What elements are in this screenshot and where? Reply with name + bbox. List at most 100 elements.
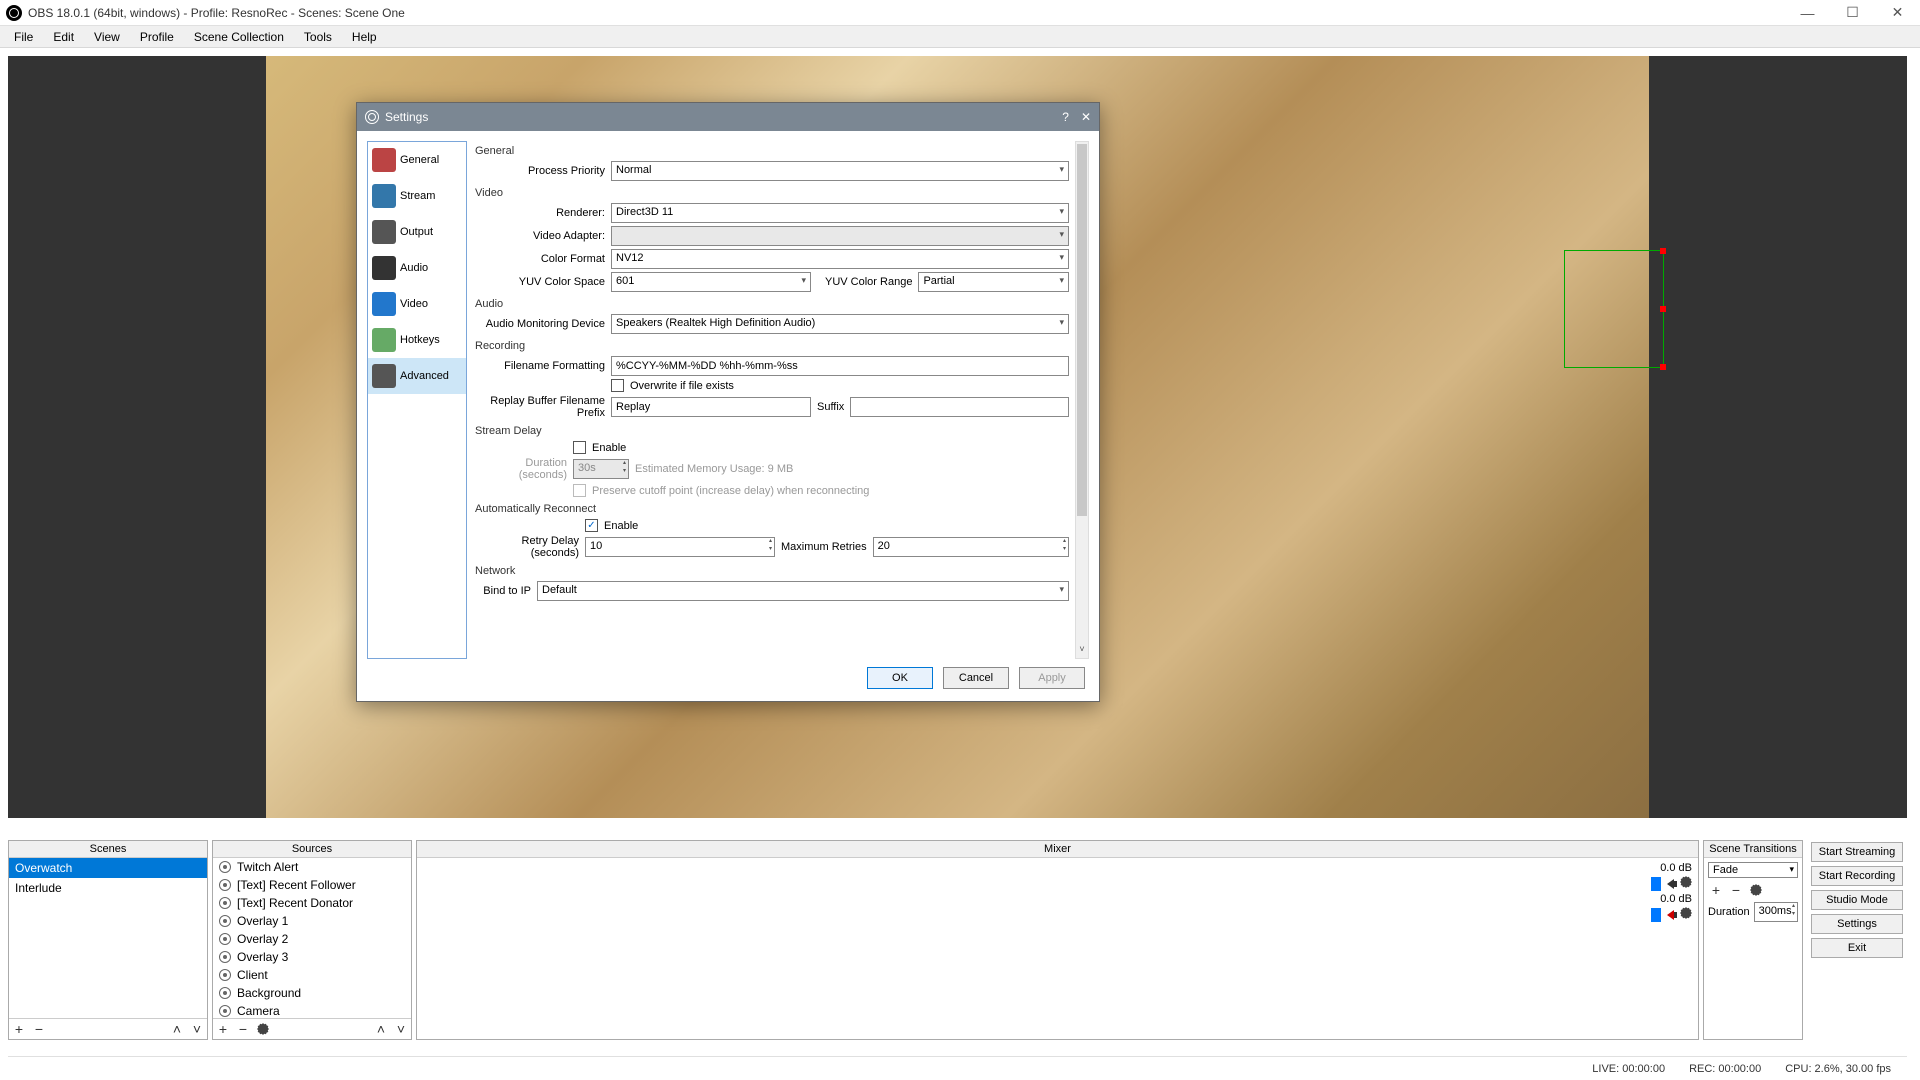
- menu-help[interactable]: Help: [344, 28, 385, 46]
- add-transition-button[interactable]: +: [1708, 882, 1724, 898]
- menu-file[interactable]: File: [6, 28, 41, 46]
- cancel-button[interactable]: Cancel: [943, 667, 1009, 689]
- settings-dialog-titlebar[interactable]: Settings ? ✕: [357, 103, 1099, 131]
- scenes-panel: Scenes Overwatch Interlude + − ˄ ˅: [8, 840, 208, 1040]
- visibility-toggle-icon[interactable]: [219, 897, 231, 909]
- remove-transition-button[interactable]: −: [1728, 882, 1744, 898]
- source-label: [Text] Recent Donator: [237, 896, 353, 910]
- settings-category-video[interactable]: Video: [368, 286, 466, 322]
- move-scene-up-button[interactable]: ˄: [169, 1021, 185, 1037]
- add-source-button[interactable]: +: [215, 1021, 231, 1037]
- visibility-toggle-icon[interactable]: [219, 1005, 231, 1017]
- menu-scene-collection[interactable]: Scene Collection: [186, 28, 292, 46]
- menu-tools[interactable]: Tools: [296, 28, 340, 46]
- filename-formatting-input[interactable]: [611, 356, 1069, 376]
- source-properties-button[interactable]: [255, 1021, 271, 1037]
- settings-category-stream[interactable]: Stream: [368, 178, 466, 214]
- suffix-label: Suffix: [817, 401, 844, 413]
- dialog-close-button[interactable]: ✕: [1081, 110, 1091, 124]
- visibility-toggle-icon[interactable]: [219, 933, 231, 945]
- category-label: Output: [400, 226, 433, 238]
- speaker-muted-icon[interactable]: [1667, 910, 1674, 920]
- transition-properties-button[interactable]: [1748, 882, 1764, 898]
- visibility-toggle-icon[interactable]: [219, 861, 231, 873]
- settings-form[interactable]: General Process Priority Normal Video Re…: [475, 141, 1073, 659]
- scenes-list[interactable]: Overwatch Interlude: [9, 858, 207, 1018]
- settings-category-general[interactable]: General: [368, 142, 466, 178]
- studio-mode-button[interactable]: Studio Mode: [1811, 890, 1903, 910]
- process-priority-select[interactable]: Normal: [611, 161, 1069, 181]
- overwrite-checkbox[interactable]: [611, 379, 624, 392]
- move-scene-down-button[interactable]: ˅: [189, 1021, 205, 1037]
- mixer-settings-icon[interactable]: [1680, 876, 1692, 891]
- retry-delay-input[interactable]: 10: [585, 537, 775, 557]
- suffix-input[interactable]: [850, 397, 1069, 417]
- settings-button[interactable]: Settings: [1811, 914, 1903, 934]
- source-item[interactable]: Overlay 2: [213, 930, 411, 948]
- source-item[interactable]: Twitch Alert: [213, 858, 411, 876]
- source-item[interactable]: Client: [213, 966, 411, 984]
- menu-profile[interactable]: Profile: [132, 28, 182, 46]
- visibility-toggle-icon[interactable]: [219, 915, 231, 927]
- exit-button[interactable]: Exit: [1811, 938, 1903, 958]
- scene-item[interactable]: Interlude: [9, 878, 207, 898]
- source-item[interactable]: Camera: [213, 1002, 411, 1018]
- transition-duration-input[interactable]: 300ms: [1754, 902, 1798, 922]
- apply-button[interactable]: Apply: [1019, 667, 1085, 689]
- settings-category-hotkeys[interactable]: Hotkeys: [368, 322, 466, 358]
- preserve-cutoff-checkbox: [573, 484, 586, 497]
- start-recording-button[interactable]: Start Recording: [1811, 866, 1903, 886]
- settings-category-advanced[interactable]: Advanced: [368, 358, 466, 394]
- yuv-color-space-select[interactable]: 601: [611, 272, 811, 292]
- scroll-down-icon[interactable]: ˅: [1076, 644, 1088, 658]
- audio-monitoring-select[interactable]: Speakers (Realtek High Definition Audio): [611, 314, 1069, 334]
- color-format-select[interactable]: NV12: [611, 249, 1069, 269]
- move-source-up-button[interactable]: ˄: [373, 1021, 389, 1037]
- sources-list[interactable]: Twitch Alert[Text] Recent Follower [Text]…: [213, 858, 411, 1018]
- menu-edit[interactable]: Edit: [45, 28, 82, 46]
- resize-handle-icon[interactable]: [1660, 248, 1666, 254]
- source-selection-box[interactable]: [1564, 250, 1664, 368]
- settings-categories-list[interactable]: GeneralStream Output AudioVideo Hotkeys Adva…: [367, 141, 467, 659]
- start-streaming-button[interactable]: Start Streaming: [1811, 842, 1903, 862]
- replay-prefix-input[interactable]: [611, 397, 811, 417]
- max-retries-input[interactable]: 20: [873, 537, 1069, 557]
- source-item[interactable]: Overlay 1: [213, 912, 411, 930]
- visibility-toggle-icon[interactable]: [219, 987, 231, 999]
- remove-source-button[interactable]: −: [235, 1021, 251, 1037]
- auto-reconnect-enable-checkbox[interactable]: ✓: [585, 519, 598, 532]
- settings-category-audio[interactable]: Audio: [368, 250, 466, 286]
- visibility-toggle-icon[interactable]: [219, 951, 231, 963]
- scroll-thumb[interactable]: [1077, 144, 1087, 516]
- category-label: Hotkeys: [400, 334, 440, 346]
- section-heading-auto-reconnect: Automatically Reconnect: [475, 503, 1069, 515]
- visibility-toggle-icon[interactable]: [219, 969, 231, 981]
- resize-handle-icon[interactable]: [1660, 306, 1666, 312]
- add-scene-button[interactable]: +: [11, 1021, 27, 1037]
- stream-delay-enable-checkbox[interactable]: [573, 441, 586, 454]
- maximize-button[interactable]: ☐: [1830, 0, 1875, 26]
- mixer-settings-icon[interactable]: [1680, 907, 1692, 922]
- source-item[interactable]: [Text] Recent Follower: [213, 876, 411, 894]
- remove-scene-button[interactable]: −: [31, 1021, 47, 1037]
- move-source-down-button[interactable]: ˅: [393, 1021, 409, 1037]
- settings-category-output[interactable]: Output: [368, 214, 466, 250]
- mixer-level-1: 0.0 dB: [1660, 862, 1692, 874]
- speaker-icon[interactable]: [1667, 879, 1674, 889]
- transition-select[interactable]: Fade: [1708, 862, 1798, 878]
- settings-scrollbar[interactable]: ˄ ˅: [1075, 141, 1089, 659]
- ok-button[interactable]: OK: [867, 667, 933, 689]
- source-item[interactable]: Overlay 3: [213, 948, 411, 966]
- visibility-toggle-icon[interactable]: [219, 879, 231, 891]
- close-button[interactable]: ✕: [1875, 0, 1920, 26]
- source-item[interactable]: [Text] Recent Donator: [213, 894, 411, 912]
- renderer-select[interactable]: Direct3D 11: [611, 203, 1069, 223]
- minimize-button[interactable]: —: [1785, 0, 1830, 26]
- resize-handle-icon[interactable]: [1660, 364, 1666, 370]
- scene-item[interactable]: Overwatch: [9, 858, 207, 878]
- bind-ip-select[interactable]: Default: [537, 581, 1069, 601]
- source-item[interactable]: Background: [213, 984, 411, 1002]
- yuv-color-range-select[interactable]: Partial: [918, 272, 1069, 292]
- menu-view[interactable]: View: [86, 28, 128, 46]
- dialog-help-button[interactable]: ?: [1062, 110, 1069, 124]
